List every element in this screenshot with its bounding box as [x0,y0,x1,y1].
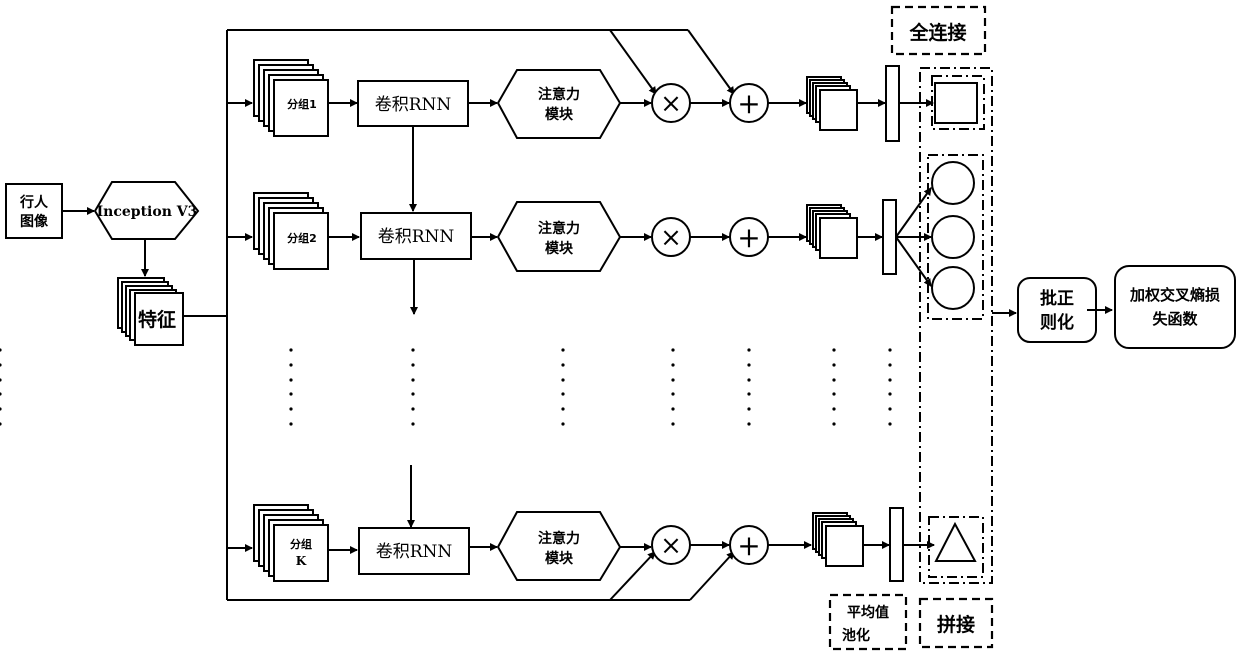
avg-pool-bar-1 [885,65,900,142]
arrow-pool-to-circle-3 [895,236,932,287]
conv-rnn-2-label: 卷积RNN [378,227,455,247]
concat-label-box: 拼接 [918,597,994,649]
group-1-label: 分组1 [287,97,317,111]
avg-pooling-label-2: 池化 [842,627,870,644]
loss-label-1: 加权交叉熵损 [1129,286,1220,304]
conv-rnn-1-label: 卷积RNN [375,95,452,115]
loss-function-node: 加权交叉熵损 失函数 [1114,265,1236,349]
add-2-symbol: + [737,221,760,254]
group-2-stack [253,192,329,270]
avg-pool-bar-k [889,507,904,582]
skip-to-multiply-k [609,551,656,601]
add-k-symbol: + [737,529,760,562]
group-2-label: 分组2 [287,231,317,245]
inception-label: Inception V3 [97,204,198,220]
attention-module-1 [496,69,622,139]
multiply-1-symbol: × [660,89,682,119]
batch-norm-label-2: 则化 [1040,312,1074,333]
branch-1: 分组1 卷积RNN 注意力 模块 × + [227,59,978,142]
batch-norm-node: 批正 则化 [1017,277,1097,343]
attention-k-label-1: 注意力 [538,530,580,547]
fc-circle-node-1 [931,161,975,205]
attention-2-label-2: 模块 [545,240,574,257]
attention-2-label-1: 注意力 [538,220,580,237]
input-label-2: 图像 [20,213,49,230]
add-1-symbol: + [737,87,760,120]
fc-circle-node-3 [931,266,975,310]
group-k-label-2: K [296,554,307,568]
multiply-k-symbol: × [660,531,682,561]
branch-2: 分组2 卷积RNN 注意力 模块 × + [227,161,975,310]
avg-pool-bar-2 [882,199,897,275]
skip-to-add-1 [687,29,735,95]
fully-connected-label: 全连接 [908,21,966,44]
attention-1-label-1: 注意力 [538,86,580,103]
avg-pooling-label-box: 平均值 池化 [828,593,908,651]
group-k-label-1: 分组 [290,537,312,551]
fc-square-node [934,82,978,124]
fc-triangle-node [934,521,977,562]
feature-map-2 [806,204,858,259]
branch-k: 分组 K 卷积RNN 注意力 模块 × + [227,504,977,582]
features-label: 特征 [138,308,176,331]
skip-to-multiply-1 [609,29,657,95]
fc-circle-node-2 [931,215,975,259]
avg-pooling-label-1: 平均值 [847,604,889,621]
ellipsis-dots [0,348,892,426]
arrow-pool-to-circle-1 [895,187,932,238]
inception-v3-node: Inception V3 [93,181,200,240]
input-label-1: 行人 [19,194,49,211]
loss-label-2: 失函数 [1152,310,1198,328]
concat-label: 拼接 [937,613,975,636]
diagram-canvas: 行人 图像 Inception V3 特征 分组1 卷积RNN 注意力 模块 ×… [0,5,1236,651]
attention-1-label-2: 模块 [545,106,574,123]
conv-rnn-k-label: 卷积RNN [376,542,453,562]
concat-container [919,67,993,584]
multiply-2-symbol: × [660,223,682,253]
input-image-node: 行人 图像 [5,183,63,239]
feature-map-1 [806,76,858,131]
attention-k-label-2: 模块 [545,550,574,567]
skip-to-add-k [689,551,735,601]
feature-map-k [812,512,864,567]
fully-connected-label-box: 全连接 [890,5,987,56]
batch-norm-label-1: 批正 [1040,288,1074,309]
features-stack: 特征 [117,277,184,346]
